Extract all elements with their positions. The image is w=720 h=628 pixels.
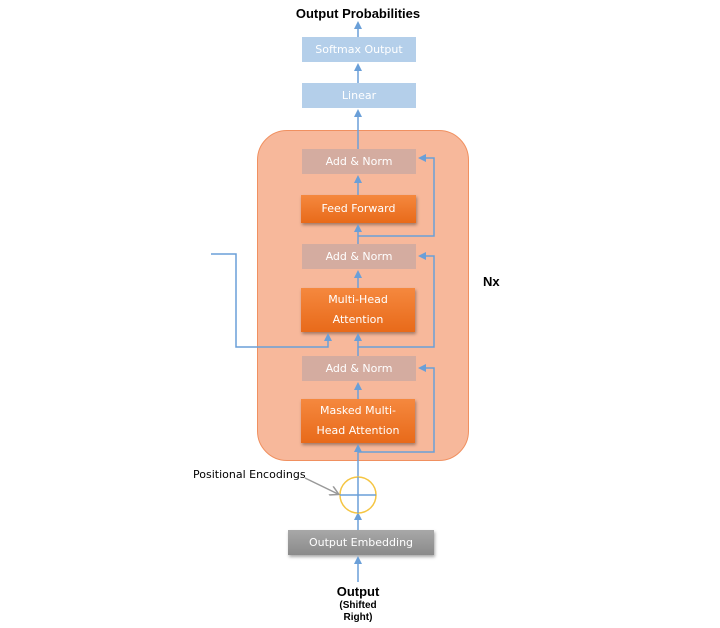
residual-ff: [358, 154, 435, 237]
pe-pointer-arrow: [304, 477, 338, 494]
residual-mha: [358, 252, 435, 348]
connections-layer: [211, 21, 435, 582]
encoder-input-line: [211, 253, 332, 348]
residual-masked: [358, 364, 435, 453]
